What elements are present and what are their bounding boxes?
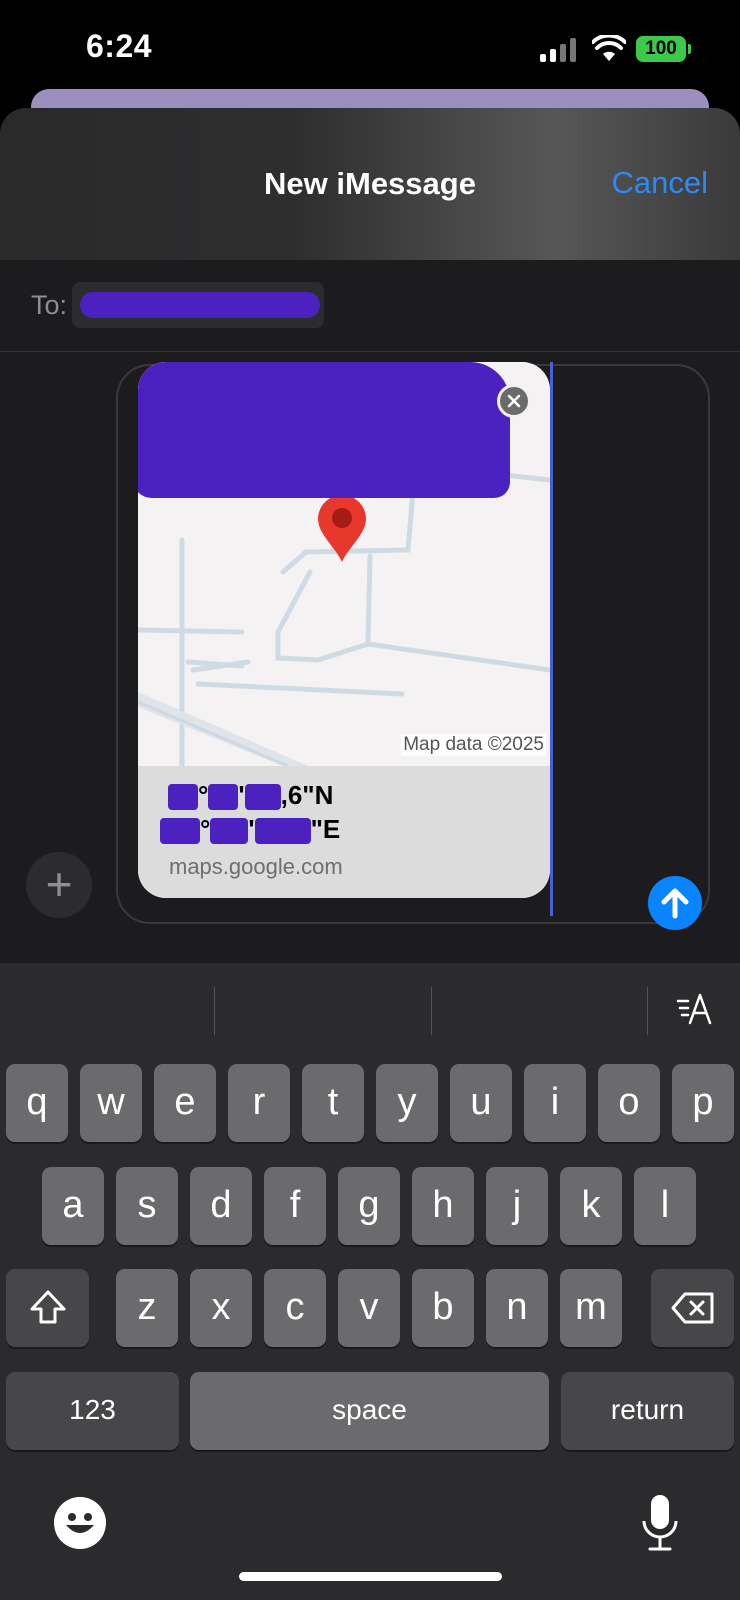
key-x[interactable]: x bbox=[190, 1269, 252, 1347]
key-j[interactable]: j bbox=[486, 1167, 548, 1245]
text-cursor bbox=[550, 362, 553, 916]
wifi-icon bbox=[592, 35, 626, 61]
map-preview[interactable]: Map data ©2025 bbox=[138, 362, 550, 769]
signal-icon bbox=[540, 38, 580, 62]
remove-preview-icon[interactable] bbox=[497, 384, 531, 418]
shift-icon bbox=[30, 1290, 65, 1324]
key-o[interactable]: o bbox=[598, 1064, 660, 1142]
key-q[interactable]: q bbox=[6, 1064, 68, 1142]
key-h[interactable]: h bbox=[412, 1167, 474, 1245]
send-button[interactable] bbox=[648, 876, 702, 930]
keyboard: 123 space return qwertyuiop asdfghjkl zxcv… bbox=[0, 963, 740, 1600]
redaction-mark bbox=[80, 292, 320, 318]
key-i[interactable]: i bbox=[524, 1064, 586, 1142]
emoji-icon[interactable] bbox=[54, 1497, 106, 1549]
key-w[interactable]: w bbox=[80, 1064, 142, 1142]
text-format-icon[interactable] bbox=[676, 991, 716, 1027]
link-preview-card[interactable]: Map data ©2025 ° ' ,6"N ° ' "E maps.google.c… bbox=[138, 362, 550, 898]
key-y[interactable]: y bbox=[376, 1064, 438, 1142]
location-pin-icon bbox=[318, 495, 366, 562]
key-e[interactable]: e bbox=[154, 1064, 216, 1142]
longitude-text: ° ' "E bbox=[160, 814, 340, 845]
key-n[interactable]: n bbox=[486, 1269, 548, 1347]
longitude-suffix: "E bbox=[310, 814, 341, 844]
microphone-icon[interactable] bbox=[640, 1493, 680, 1553]
space-key[interactable]: space bbox=[190, 1372, 549, 1450]
key-g[interactable]: g bbox=[338, 1167, 400, 1245]
suggestion-divider bbox=[431, 987, 432, 1035]
recipient-row[interactable]: To: bbox=[0, 260, 740, 352]
status-bar: 6:24 100 bbox=[0, 0, 740, 95]
backspace-icon bbox=[671, 1292, 713, 1324]
recipient-chip[interactable] bbox=[72, 282, 324, 328]
key-p[interactable]: p bbox=[672, 1064, 734, 1142]
key-d[interactable]: d bbox=[190, 1167, 252, 1245]
delete-key[interactable] bbox=[651, 1269, 734, 1347]
key-a[interactable]: a bbox=[42, 1167, 104, 1245]
numbers-key[interactable]: 123 bbox=[6, 1372, 179, 1450]
suggestion-divider bbox=[214, 987, 215, 1035]
latitude-text: ° ' ,6"N bbox=[168, 780, 333, 811]
shift-key[interactable] bbox=[6, 1269, 89, 1347]
sheet-header: New iMessage Cancel bbox=[0, 108, 740, 260]
key-l[interactable]: l bbox=[634, 1167, 696, 1245]
redaction-mark bbox=[138, 362, 510, 498]
redaction-mark bbox=[168, 784, 198, 811]
battery-icon: 100 bbox=[636, 36, 691, 62]
key-m[interactable]: m bbox=[560, 1269, 622, 1347]
redaction-mark bbox=[160, 818, 200, 845]
key-r[interactable]: r bbox=[228, 1064, 290, 1142]
home-indicator[interactable] bbox=[239, 1572, 502, 1581]
key-u[interactable]: u bbox=[450, 1064, 512, 1142]
to-label: To: bbox=[31, 290, 68, 320]
key-z[interactable]: z bbox=[116, 1269, 178, 1347]
redaction-mark bbox=[210, 818, 249, 845]
key-v[interactable]: v bbox=[338, 1269, 400, 1347]
redaction-mark bbox=[208, 784, 239, 811]
key-t[interactable]: t bbox=[302, 1064, 364, 1142]
add-attachment-button[interactable]: + bbox=[26, 852, 92, 918]
status-time: 6:24 bbox=[86, 28, 153, 64]
link-domain: maps.google.com bbox=[169, 854, 343, 879]
suggestion-divider bbox=[647, 987, 648, 1035]
redaction-mark bbox=[254, 818, 311, 845]
plus-icon: + bbox=[45, 858, 73, 910]
arrow-up-icon bbox=[661, 888, 689, 919]
key-k[interactable]: k bbox=[560, 1167, 622, 1245]
key-c[interactable]: c bbox=[264, 1269, 326, 1347]
key-s[interactable]: s bbox=[116, 1167, 178, 1245]
latitude-suffix: ,6"N bbox=[280, 780, 334, 810]
cancel-button[interactable]: Cancel bbox=[612, 165, 709, 201]
redaction-mark bbox=[244, 784, 281, 811]
key-b[interactable]: b bbox=[412, 1269, 474, 1347]
map-attribution: Map data ©2025 bbox=[401, 734, 546, 756]
link-preview-footer: ° ' ,6"N ° ' "E maps.google.com bbox=[138, 766, 550, 898]
key-f[interactable]: f bbox=[264, 1167, 326, 1245]
return-key[interactable]: return bbox=[561, 1372, 734, 1450]
